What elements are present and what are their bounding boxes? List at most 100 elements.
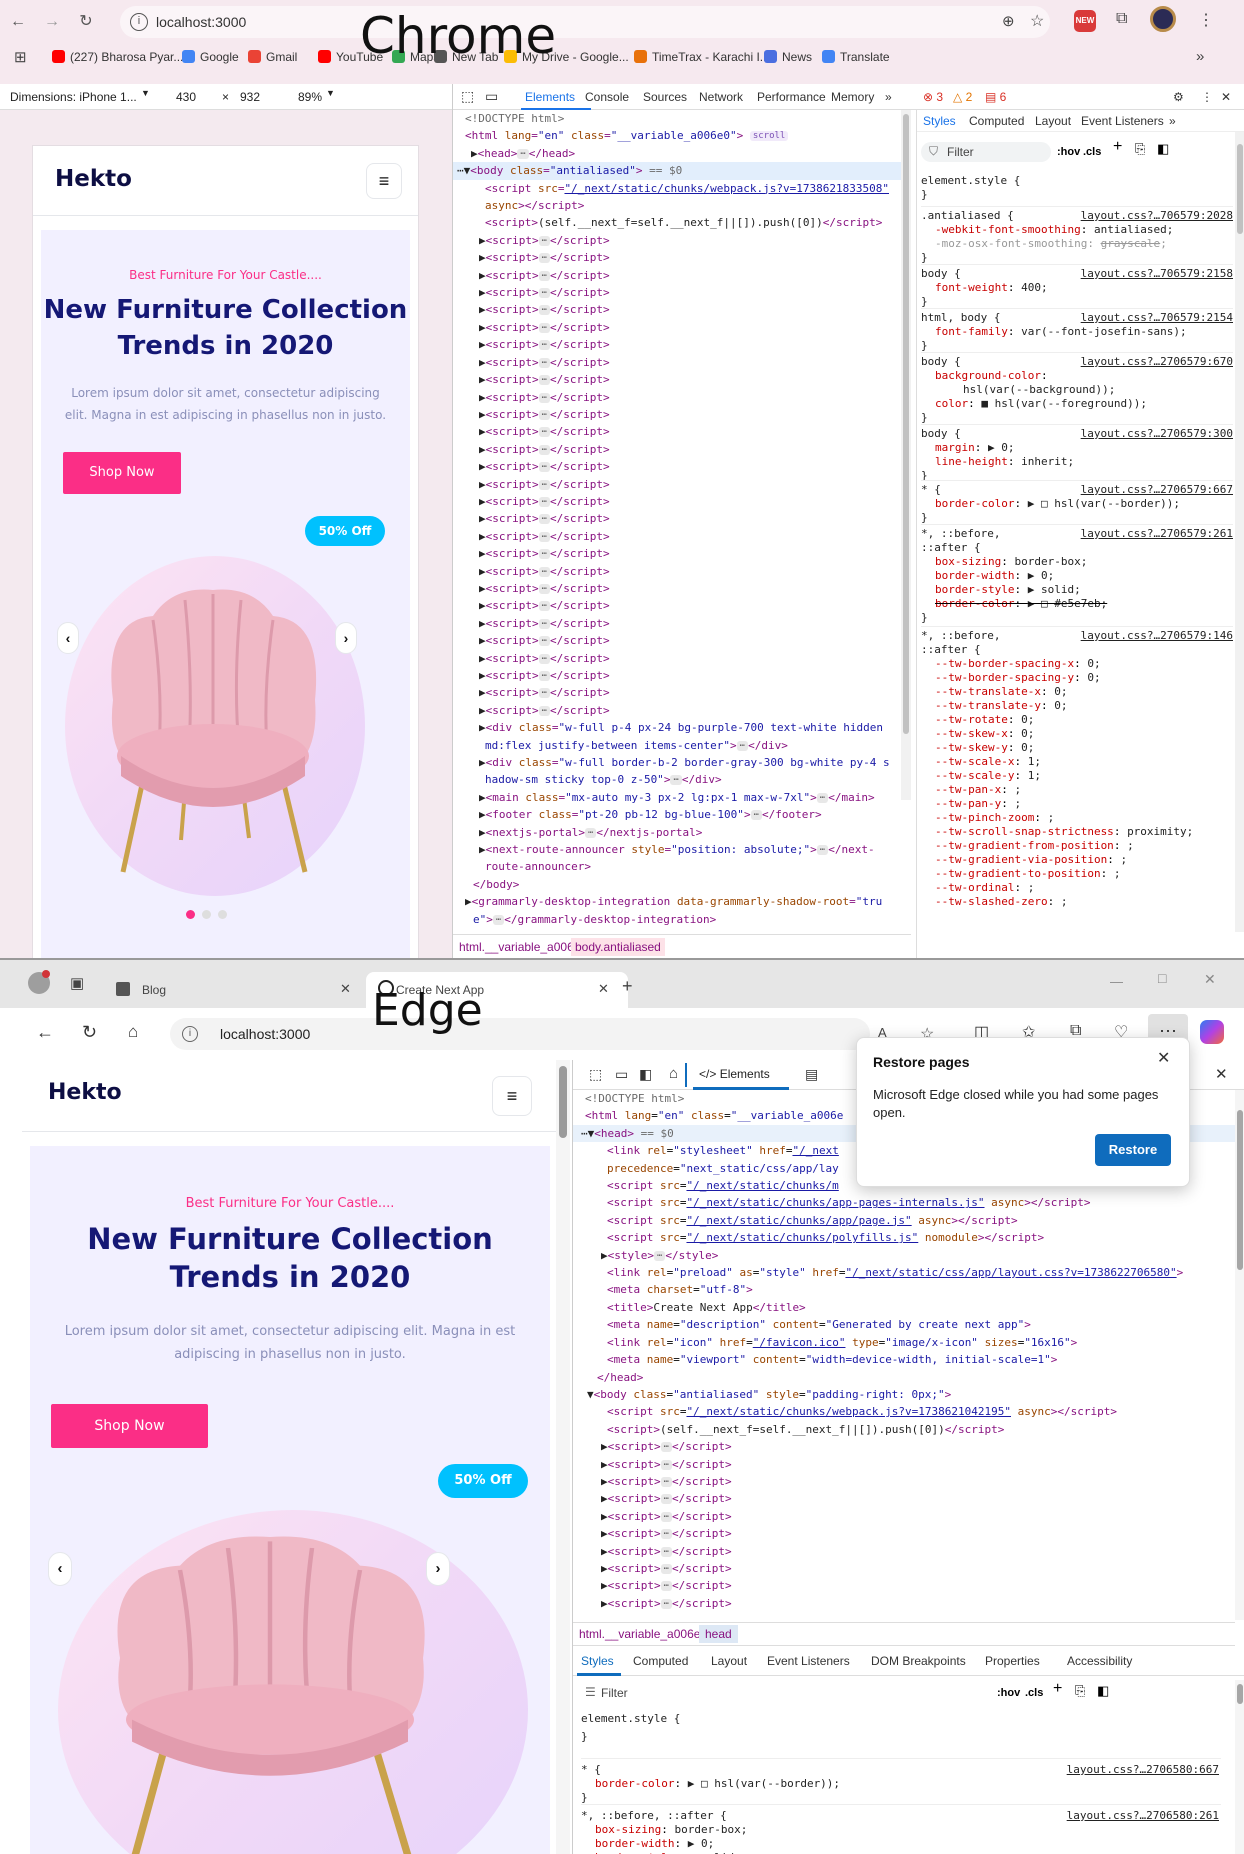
address-bar[interactable]: i localhost:3000 ⊕ ☆ bbox=[120, 6, 1050, 38]
style-rule-box-sizing[interactable]: *, ::before, ::after {layout.css?…270658… bbox=[581, 1804, 1221, 1854]
bookmark-item[interactable]: News bbox=[764, 50, 812, 64]
css-variable-line[interactable]: --tw-translate-x: 0; bbox=[921, 685, 1233, 699]
bookmarks-overflow-icon[interactable]: » bbox=[1196, 48, 1204, 65]
elements-scrollbar[interactable] bbox=[901, 110, 911, 800]
zoom-icon[interactable]: ⊕ bbox=[1002, 12, 1015, 30]
more-tabs-icon[interactable]: » bbox=[1169, 114, 1176, 128]
tree-line-script[interactable]: ▶<script> ⋯ </script> bbox=[453, 319, 911, 336]
carousel-dot-1[interactable] bbox=[186, 910, 195, 919]
styles-scrollbar[interactable] bbox=[1235, 1680, 1244, 1854]
tab-layout[interactable]: Layout bbox=[1035, 114, 1071, 128]
more-tabs-icon[interactable]: » bbox=[885, 90, 892, 104]
style-rule-box-sizing[interactable]: *, ::before, layout.css?…2706579:261 ::af… bbox=[921, 524, 1233, 625]
reload-icon[interactable]: ↻ bbox=[82, 1022, 97, 1043]
tree-line[interactable]: <script src="/_next/static/chunks/app-pa… bbox=[573, 1194, 1235, 1211]
crumb-html[interactable]: html.__variable_a006e0 bbox=[459, 940, 587, 954]
console-icon[interactable]: ▤ bbox=[805, 1066, 818, 1083]
bookmark-item[interactable]: (227) Bharosa Pyar... bbox=[52, 50, 183, 64]
style-rule-body-margin[interactable]: body {layout.css?…2706579:300 margin: ▶ … bbox=[921, 424, 1233, 483]
tree-line-selected[interactable]: ⋯▼<body class="antialiased"> == $0 bbox=[453, 162, 911, 180]
css-variable-line[interactable]: --tw-translate-y: 0; bbox=[921, 699, 1233, 713]
zoom-select[interactable]: 89% bbox=[298, 90, 322, 104]
tab-dom-breakpoints[interactable]: DOM Breakpoints bbox=[871, 1654, 966, 1668]
hamburger-menu-button[interactable]: ≡ bbox=[366, 163, 402, 199]
tab-event-listeners[interactable]: Event Listeners bbox=[767, 1654, 850, 1668]
carousel-dot-3[interactable] bbox=[218, 910, 227, 919]
tree-line-script[interactable]: ▶<script> ⋯ </script> bbox=[453, 389, 911, 406]
tab-network[interactable]: Network bbox=[699, 90, 743, 104]
toggle-sidebar-icon[interactable]: ◧ bbox=[1097, 1684, 1109, 1698]
bookmark-star-icon[interactable]: ☆ bbox=[1030, 11, 1044, 31]
tree-line-script[interactable]: ▶<script> ⋯ </script> bbox=[453, 493, 911, 510]
scroll-thumb[interactable] bbox=[1237, 1110, 1243, 1270]
css-variable-line[interactable]: --tw-gradient-from-position: ; bbox=[921, 839, 1233, 853]
hamburger-menu-button[interactable]: ≡ bbox=[492, 1076, 532, 1116]
style-rule-antialiased[interactable]: .antialiased {layout.css?…706579:2028 -w… bbox=[921, 206, 1233, 265]
tab-styles[interactable]: Styles bbox=[923, 114, 956, 128]
css-variable-line[interactable]: --tw-gradient-to-position: ; bbox=[921, 867, 1233, 881]
tab-properties[interactable]: Properties bbox=[985, 1654, 1040, 1668]
tree-line-script[interactable]: ▶<script> ⋯ </script> bbox=[453, 684, 911, 701]
carousel-next-button[interactable]: › bbox=[335, 622, 357, 654]
css-variable-line[interactable]: --tw-skew-y: 0; bbox=[921, 741, 1233, 755]
elements-tree[interactable]: <!DOCTYPE html> <html lang="en" class="_… bbox=[453, 110, 911, 930]
site-info-icon[interactable]: i bbox=[130, 13, 148, 31]
new-rule-icon[interactable]: + bbox=[1053, 1681, 1062, 1697]
tree-line[interactable]: ▶<chatgpt-sidebar data-gpts-theme="light… bbox=[453, 928, 911, 930]
copilot-icon[interactable] bbox=[1200, 1020, 1224, 1044]
back-icon[interactable]: ← bbox=[6, 10, 30, 34]
carousel-dot-2[interactable] bbox=[202, 910, 211, 919]
tree-line-script[interactable]: ▶<script> ⋯ </script> bbox=[453, 632, 911, 649]
tree-line-script[interactable]: ▶<script> ⋯ </script> bbox=[573, 1525, 1235, 1542]
tree-line[interactable]: e"> ⋯ </grammarly-desktop-integration> bbox=[453, 911, 911, 928]
tree-line[interactable]: <meta name="description" content="Genera… bbox=[573, 1316, 1235, 1333]
address-bar[interactable]: i localhost:3000 A ☆ bbox=[170, 1018, 934, 1050]
css-variable-line[interactable]: --tw-pan-x: ; bbox=[921, 783, 1233, 797]
tree-line[interactable]: </body> bbox=[453, 876, 911, 893]
device-width-input[interactable]: 430 bbox=[176, 90, 196, 104]
scroll-thumb[interactable] bbox=[1237, 1684, 1243, 1704]
crumb-html[interactable]: html.__variable_a006e0 bbox=[579, 1627, 707, 1641]
forward-icon[interactable]: → bbox=[40, 10, 64, 34]
scroll-thumb[interactable] bbox=[559, 1066, 567, 1138]
inspect-element-icon[interactable]: ⬚ bbox=[589, 1066, 602, 1083]
tree-line[interactable]: </head> bbox=[573, 1369, 1235, 1386]
tree-line[interactable]: ▶<div class="w-full p-4 px-24 bg-purple-… bbox=[453, 719, 911, 736]
tree-line[interactable]: <link rel="preload" as="style" href="/_n… bbox=[573, 1264, 1235, 1281]
css-variable-line[interactable]: --tw-pinch-zoom: ; bbox=[921, 811, 1233, 825]
tree-line[interactable]: <script src="/_next/static/chunks/webpac… bbox=[453, 180, 911, 197]
css-variable-line[interactable]: --tw-scale-y: 1; bbox=[921, 769, 1233, 783]
style-rule-html-body[interactable]: html, body {layout.css?…706579:2154 font… bbox=[921, 308, 1233, 353]
menu-kebab-icon[interactable]: ⋮ bbox=[1198, 10, 1214, 30]
tree-line[interactable]: <script src="/_next/static/chunks/polyfi… bbox=[573, 1229, 1235, 1246]
maximize-icon[interactable]: □ bbox=[1158, 970, 1166, 986]
device-dimensions-select[interactable]: Dimensions: iPhone 1... bbox=[10, 90, 137, 104]
profile-avatar[interactable] bbox=[28, 970, 50, 994]
style-rule-body-bg[interactable]: body {layout.css?…2706579:670 background… bbox=[921, 352, 1233, 425]
tree-line-script[interactable]: ▶<script> ⋯ </script> bbox=[453, 267, 911, 284]
tree-line[interactable]: hadow-sm sticky top-0 z-50"> ⋯ </div> bbox=[453, 771, 911, 788]
tree-line[interactable]: ▼<body class="antialiased" style="paddin… bbox=[573, 1386, 1235, 1403]
tree-line-script[interactable]: ▶<script> ⋯ </script> bbox=[453, 232, 911, 249]
new-tab-plus-icon[interactable]: + bbox=[622, 976, 633, 997]
tab-actions-icon[interactable]: ▣ bbox=[70, 974, 84, 992]
back-icon[interactable]: ← bbox=[36, 1022, 54, 1043]
styles-scrollbar[interactable] bbox=[1235, 132, 1244, 932]
css-variable-line[interactable]: --tw-gradient-via-position: ; bbox=[921, 853, 1233, 867]
minimize-icon[interactable]: — bbox=[1110, 974, 1123, 989]
tree-line-script[interactable]: ▶<script> ⋯ </script> bbox=[453, 406, 911, 423]
tree-line-script[interactable]: ▶<script> ⋯ </script> bbox=[573, 1543, 1235, 1560]
tree-line-script[interactable]: ▶<script> ⋯ </script> bbox=[573, 1560, 1235, 1577]
profile-avatar[interactable] bbox=[1150, 6, 1176, 32]
crumb-body[interactable]: body.antialiased bbox=[571, 938, 665, 956]
scroll-thumb[interactable] bbox=[1237, 144, 1243, 234]
tree-line[interactable]: <html lang="en" class="__variable_a006e0… bbox=[453, 127, 911, 144]
tree-line[interactable]: <script>(self.__next_f=self.__next_f||[]… bbox=[453, 214, 911, 231]
viewport-scrollbar[interactable] bbox=[556, 1060, 570, 1854]
tree-line[interactable]: <title>Create Next App</title> bbox=[573, 1299, 1235, 1316]
close-icon[interactable]: ✕ bbox=[598, 981, 609, 997]
tree-line-script[interactable]: ▶<script> ⋯ </script> bbox=[453, 441, 911, 458]
tree-line-script[interactable]: ▶<script> ⋯ </script> bbox=[453, 545, 911, 562]
inspect-element-icon[interactable]: ⬚ bbox=[461, 88, 474, 105]
restore-button[interactable]: Restore bbox=[1095, 1134, 1171, 1166]
